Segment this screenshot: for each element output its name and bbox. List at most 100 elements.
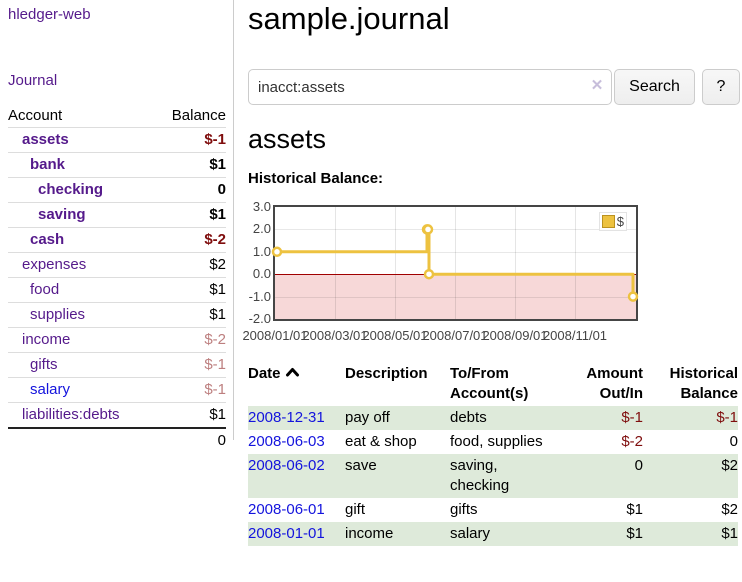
accounts-total-row: 0 (8, 428, 226, 453)
transaction-date-link[interactable]: 2008-12-31 (248, 409, 325, 426)
transaction-accounts: saving, checking (450, 456, 550, 496)
transaction-amount: $-2 (578, 430, 643, 454)
account-link[interactable]: income (22, 331, 70, 348)
sidebar: hledger-web Journal Account Balance asse… (0, 0, 233, 582)
account-row: income $-2 (8, 328, 226, 353)
account-link[interactable]: expenses (22, 256, 86, 273)
search-form: ✕ Search ? (248, 69, 742, 105)
account-row: salary $-1 (8, 378, 226, 403)
account-link[interactable]: supplies (30, 306, 85, 323)
account-link[interactable]: liabilities:debts (22, 406, 120, 423)
account-link[interactable]: salary (30, 381, 70, 398)
transaction-balance: 0 (643, 430, 738, 454)
transaction-row: 2008-06-01giftgifts$1$2 (248, 498, 738, 522)
sort-ascending-icon (285, 367, 300, 377)
app-brand-link[interactable]: hledger-web (8, 6, 91, 23)
y-axis-tick-label: 1.0 (248, 245, 271, 259)
balance-column-header: Balance (155, 104, 226, 128)
transaction-description: income (345, 522, 450, 546)
date-header-label: Date (248, 365, 281, 382)
chart-plot-area[interactable]: $ (273, 205, 638, 321)
accounts-total-balance: 0 (155, 428, 226, 453)
chart-series-line (275, 207, 636, 319)
transaction-row: 2008-06-02savesaving, checking0$2 (248, 454, 738, 498)
series-legend-label: $ (617, 214, 624, 229)
data-point-marker (425, 270, 433, 278)
account-row: liabilities:debts $1 (8, 403, 226, 429)
chart-title: Historical Balance: (248, 170, 383, 187)
account-row: gifts $-1 (8, 353, 226, 378)
transaction-description: pay off (345, 406, 450, 430)
page-title: sample.journal (248, 1, 450, 37)
transaction-balance: $1 (643, 522, 738, 546)
transaction-accounts: gifts (450, 500, 478, 520)
account-balance: $-1 (155, 128, 226, 153)
account-link[interactable]: saving (38, 206, 86, 223)
account-balance: $-2 (155, 328, 226, 353)
transaction-date-link[interactable]: 2008-06-02 (248, 457, 325, 474)
clear-search-icon[interactable]: ✕ (588, 77, 606, 95)
transaction-row: 2008-01-01 incomesalary $1$1 (248, 522, 738, 546)
account-balance: $1 (155, 153, 226, 178)
account-heading: assets (248, 123, 326, 155)
transaction-date-link[interactable]: 2008-06-01 (248, 501, 325, 518)
account-balance: $2 (155, 253, 226, 278)
transaction-amount: $1 (578, 498, 643, 522)
account-balance: $1 (155, 303, 226, 328)
search-input[interactable] (248, 69, 612, 105)
account-row: expenses $2 (8, 253, 226, 278)
account-link[interactable]: assets (22, 131, 69, 148)
transaction-date-link[interactable]: 2008-06-03 (248, 433, 325, 450)
account-link[interactable]: bank (30, 156, 65, 173)
account-balance: $-2 (155, 228, 226, 253)
main-content: sample.journal ✕ Search ? assets Histori… (248, 0, 742, 582)
y-axis-tick-label: 3.0 (248, 200, 271, 214)
account-link[interactable]: checking (38, 181, 103, 198)
account-row: bank $1 (8, 153, 226, 178)
account-row: supplies $1 (8, 303, 226, 328)
transaction-row: 2008-06-03 eat & shopfood, supplies $-20 (248, 430, 738, 454)
y-axis-tick-label: -2.0 (248, 312, 271, 326)
transaction-amount: $1 (578, 522, 643, 546)
account-link[interactable]: gifts (30, 356, 58, 373)
tofrom-column-header: To/From Account(s) (450, 362, 578, 406)
transaction-balance: $2 (643, 498, 738, 522)
x-axis-tick-label: 2008/11/01 (539, 328, 611, 343)
account-balance: 0 (155, 178, 226, 203)
account-balance: $1 (155, 403, 226, 429)
transaction-row: 2008-12-31pay offdebts$-1$-1 (248, 406, 738, 430)
register-table: Date Description To/From Account(s) Amou… (248, 362, 738, 546)
search-button[interactable]: Search (614, 69, 695, 105)
transaction-description: eat & shop (345, 430, 450, 454)
account-balance: $-1 (155, 378, 226, 403)
transaction-balance: $-1 (643, 406, 738, 430)
chart-legend: $ (599, 212, 627, 231)
account-column-header: Account (8, 104, 155, 128)
account-row: saving$1 (8, 203, 226, 228)
transaction-date-link[interactable]: 2008-01-01 (248, 525, 325, 542)
historical-balance-chart: $ 3.02.01.00.0-1.0-2.0 2008/01/012008/03… (248, 204, 742, 359)
series-swatch-icon (602, 215, 615, 228)
balance-column-header: Historical Balance (643, 362, 738, 406)
transaction-description: save (345, 454, 450, 498)
y-axis-tick-label: -1.0 (248, 290, 271, 304)
account-link[interactable]: cash (30, 231, 64, 248)
account-row: cash $-2 (8, 228, 226, 253)
transaction-accounts: salary (450, 524, 490, 544)
account-row: checking 0 (8, 178, 226, 203)
transaction-accounts: food, supplies (450, 432, 543, 452)
y-axis-tick-label: 2.0 (248, 222, 271, 236)
account-link[interactable]: food (30, 281, 59, 298)
sidebar-item-journal[interactable]: Journal (8, 72, 57, 89)
data-point-marker (424, 225, 432, 233)
data-point-marker (273, 248, 281, 256)
date-column-header[interactable]: Date (248, 362, 345, 406)
transaction-amount: $-1 (578, 406, 643, 430)
account-row: assets $-1 (8, 128, 226, 153)
accounts-table-header: Account Balance (8, 104, 226, 128)
account-balance: $-1 (155, 353, 226, 378)
sidebar-divider (233, 0, 234, 440)
help-button[interactable]: ? (702, 69, 740, 105)
account-balance: $1 (155, 278, 226, 303)
account-row: food $1 (8, 278, 226, 303)
